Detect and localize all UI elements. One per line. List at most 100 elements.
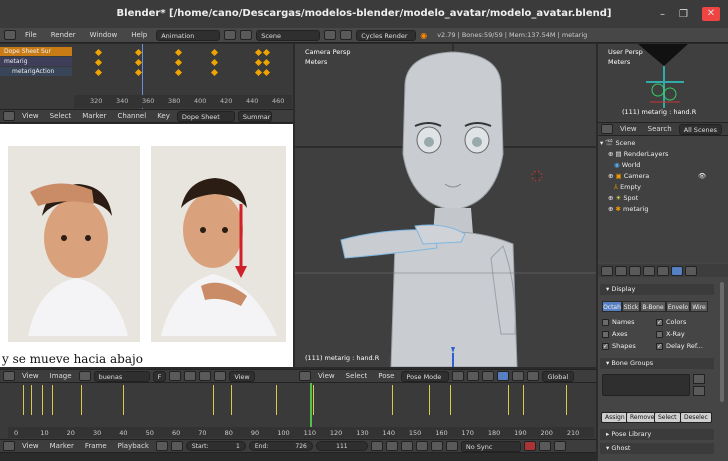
constraints-tab-icon[interactable]: [657, 265, 669, 276]
keyframe-icon[interactable]: [174, 68, 183, 77]
menu-select[interactable]: Select: [46, 112, 76, 120]
armature-tab-icon[interactable]: [671, 265, 683, 276]
keyframe-icon[interactable]: [210, 48, 219, 57]
properties-editor[interactable]: ▾ Display Octah Stick B-Bone Envelo Wire…: [598, 262, 728, 461]
menu-view[interactable]: View: [616, 125, 641, 133]
shading-icon[interactable]: [452, 371, 465, 381]
checkbox-icon[interactable]: [656, 330, 663, 338]
keyframe-icon[interactable]: [94, 48, 103, 57]
keying-set-icon[interactable]: [538, 441, 551, 451]
menu-render[interactable]: Render: [46, 31, 81, 39]
editor-type-icon[interactable]: [3, 371, 15, 381]
world-tab-icon[interactable]: [629, 265, 641, 276]
properties-scrollbar[interactable]: [720, 282, 724, 402]
deselect-button[interactable]: Deselec: [680, 412, 712, 423]
menu-pose[interactable]: Pose: [374, 372, 398, 380]
render-tab-icon[interactable]: [601, 265, 613, 276]
assign-button[interactable]: Assign: [601, 412, 629, 423]
editor-type-icon[interactable]: [3, 441, 15, 451]
menu-view[interactable]: View: [18, 112, 43, 120]
menu-file[interactable]: File: [20, 31, 42, 39]
image-name-field[interactable]: buenas noches.png: [93, 370, 150, 391]
menu-image[interactable]: Image: [46, 372, 76, 380]
rotate-icon[interactable]: [512, 371, 525, 381]
editor-type-icon[interactable]: [4, 30, 16, 40]
checkbox-checked-icon[interactable]: ✓: [656, 318, 663, 326]
menu-playback[interactable]: Playback: [114, 442, 153, 450]
draw-type-bbone[interactable]: B-Bone: [640, 301, 666, 312]
close-icon[interactable]: ✕: [702, 7, 720, 21]
display-checkbox[interactable]: X-Ray: [656, 330, 685, 338]
keyframe-icon[interactable]: [254, 58, 263, 67]
channel-action[interactable]: metarigAction: [0, 67, 72, 76]
ghost-panel-header[interactable]: ▾ Ghost: [600, 443, 714, 454]
summary-toggle[interactable]: Summar: [237, 110, 272, 122]
prev-key-icon[interactable]: [385, 441, 398, 451]
end-frame-field[interactable]: End: 726: [248, 441, 313, 451]
scene-select[interactable]: Scene: [256, 29, 321, 41]
remove-layout-icon[interactable]: [240, 30, 253, 40]
display-checkbox[interactable]: ✓ Shapes: [602, 342, 636, 350]
jump-end-icon[interactable]: [445, 441, 458, 451]
image-browse-icon[interactable]: [78, 371, 91, 381]
viewport-3d[interactable]: Camera Persp Meters (111) metarig : hand…: [295, 44, 596, 367]
start-frame-field[interactable]: Start: 1: [185, 441, 246, 451]
add-scene-icon[interactable]: [324, 30, 337, 40]
timeline[interactable]: 0 10 20 30 40 50 60 70 80 90 100 110 120 130 140 150 160…: [0, 383, 596, 439]
image-editor[interactable]: y se mueve hacia abajo: [0, 124, 293, 367]
scene-tab-icon[interactable]: [615, 265, 627, 276]
manipulator-icon[interactable]: [482, 371, 495, 381]
visibility-icon[interactable]: 👁: [698, 171, 706, 182]
fake-user-button[interactable]: F: [152, 370, 167, 382]
menu-key[interactable]: Key: [153, 112, 174, 120]
checkbox-icon[interactable]: [602, 318, 609, 326]
draw-type-octahedral[interactable]: Octah: [602, 301, 622, 312]
display-checkbox[interactable]: Axes: [602, 330, 627, 338]
menu-frame[interactable]: Frame: [81, 442, 111, 450]
dopesheet-mode-select[interactable]: Dope Sheet: [176, 110, 235, 122]
record-icon[interactable]: [523, 441, 536, 451]
bone-groups-list[interactable]: [602, 374, 690, 396]
maximize-icon[interactable]: ❐: [679, 9, 688, 20]
next-key-icon[interactable]: [430, 441, 443, 451]
image-unlink-icon[interactable]: [199, 371, 212, 381]
checkbox-icon[interactable]: [602, 330, 609, 338]
add-bone-group-icon[interactable]: [693, 374, 705, 384]
keyframe-icon[interactable]: [210, 68, 219, 77]
editor-type-icon[interactable]: [299, 371, 311, 381]
orientation-select[interactable]: Global: [542, 370, 575, 382]
menu-window[interactable]: Window: [85, 31, 123, 39]
menu-view[interactable]: View: [18, 372, 43, 380]
menu-marker[interactable]: Marker: [78, 112, 110, 120]
keyframe-icon[interactable]: [94, 58, 103, 67]
select-button[interactable]: Select: [654, 412, 681, 423]
insert-key-icon[interactable]: [553, 441, 566, 451]
keyframe-icon[interactable]: [174, 58, 183, 67]
menu-channel[interactable]: Channel: [113, 112, 150, 120]
draw-type-stick[interactable]: Stick: [622, 301, 640, 312]
outliner-row[interactable]: ⊕ ▣ Camera: [608, 171, 649, 182]
keyframe-icon[interactable]: [210, 58, 219, 67]
keyframe-icon[interactable]: [134, 68, 143, 77]
outliner-row[interactable]: ▾ 🎬 Scene: [600, 138, 635, 149]
keyframe-icon[interactable]: [262, 68, 271, 77]
remove-bone-group-icon[interactable]: [693, 386, 705, 396]
outliner-row[interactable]: ⊕ ☀ Spot: [608, 193, 638, 204]
pivot-icon[interactable]: [467, 371, 480, 381]
outliner-row[interactable]: ◉ World: [614, 160, 640, 171]
play-icon[interactable]: [415, 441, 428, 451]
keyframe-icon[interactable]: [262, 48, 271, 57]
keyframe-icon[interactable]: [134, 58, 143, 67]
view-mode-select[interactable]: View: [229, 370, 255, 382]
draw-type-wire[interactable]: Wire: [690, 301, 708, 312]
outliner[interactable]: View Search All Scenes ▾ 🎬 Scene ⊕ ▤ Ren…: [598, 120, 728, 262]
outliner-row[interactable]: ⊕ ▤ RenderLayers: [608, 149, 668, 160]
sync-select[interactable]: No Sync: [460, 440, 521, 452]
keyframe-icon[interactable]: [174, 48, 183, 57]
scale-icon[interactable]: [527, 371, 540, 381]
outliner-row[interactable]: ⊕ ✱ metarig: [608, 204, 649, 215]
translate-icon[interactable]: [497, 371, 510, 381]
mini-viewport[interactable]: User Persp Meters (111) metarig : hand.R: [598, 44, 728, 120]
menu-view[interactable]: View: [314, 372, 339, 380]
keyframe-icon[interactable]: [134, 48, 143, 57]
